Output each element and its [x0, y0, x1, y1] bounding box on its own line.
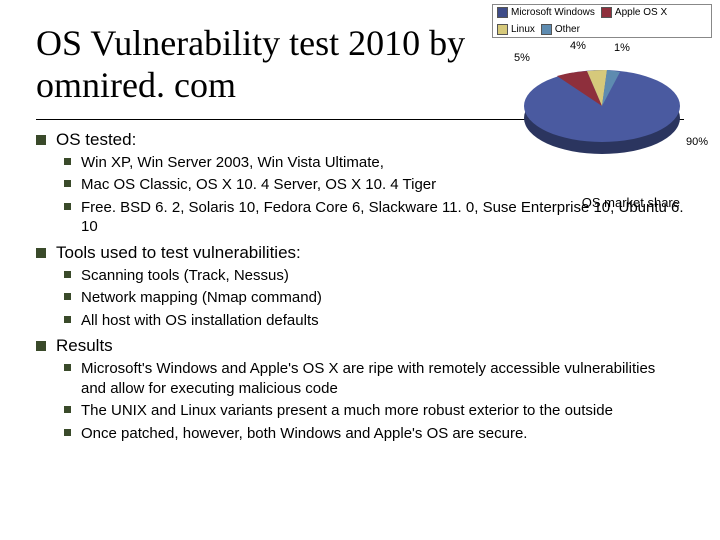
bullet-icon — [64, 293, 71, 300]
slide: Microsoft Windows Apple OS X Linux Other… — [0, 0, 720, 540]
bullet-icon — [36, 341, 46, 351]
bullet-icon — [64, 180, 71, 187]
legend-entry: Apple OS X — [615, 7, 667, 18]
chart-caption: OS market share — [582, 195, 680, 210]
list-item: Scanning tools (Track, Nessus) — [81, 266, 289, 286]
list-item: Once patched, however, both Windows and … — [81, 424, 527, 444]
list-item: Mac OS Classic, OS X 10. 4 Server, OS X … — [81, 175, 436, 195]
bullet-icon — [64, 158, 71, 165]
list-item: Win XP, Win Server 2003, Win Vista Ultim… — [81, 153, 384, 173]
bullet-icon — [64, 406, 71, 413]
list-item: The UNIX and Linux variants present a mu… — [81, 401, 613, 421]
section-heading: OS tested: — [56, 130, 136, 150]
pie-label: 4% — [570, 40, 586, 52]
market-share-chart: Microsoft Windows Apple OS X Linux Other… — [492, 4, 712, 170]
section-heading: Tools used to test vulnerabilities: — [56, 243, 301, 263]
pie-label: 1% — [614, 42, 630, 54]
list-item: Network mapping (Nmap command) — [81, 288, 322, 308]
bullet-icon — [64, 316, 71, 323]
list-item: Microsoft's Windows and Apple's OS X are… — [81, 359, 684, 398]
page-title: OS Vulnerability test 2010 by omnired. c… — [36, 22, 506, 107]
section-heading: Results — [56, 336, 113, 356]
pie-label: 5% — [514, 52, 530, 64]
pie-label: 90% — [686, 136, 708, 148]
legend-entry: Linux — [511, 24, 535, 35]
bullet-icon — [64, 364, 71, 371]
content-outline: OS tested: Win XP, Win Server 2003, Win … — [36, 130, 684, 444]
legend-entry: Other — [555, 24, 580, 35]
bullet-icon — [64, 271, 71, 278]
bullet-icon — [64, 203, 71, 210]
list-item: All host with OS installation defaults — [81, 311, 319, 331]
bullet-icon — [36, 248, 46, 258]
bullet-icon — [64, 429, 71, 436]
bullet-icon — [36, 135, 46, 145]
pie-chart: 5% 4% 1% 90% — [492, 40, 712, 170]
legend-entry: Microsoft Windows — [511, 7, 595, 18]
chart-legend: Microsoft Windows Apple OS X Linux Other — [492, 4, 712, 38]
